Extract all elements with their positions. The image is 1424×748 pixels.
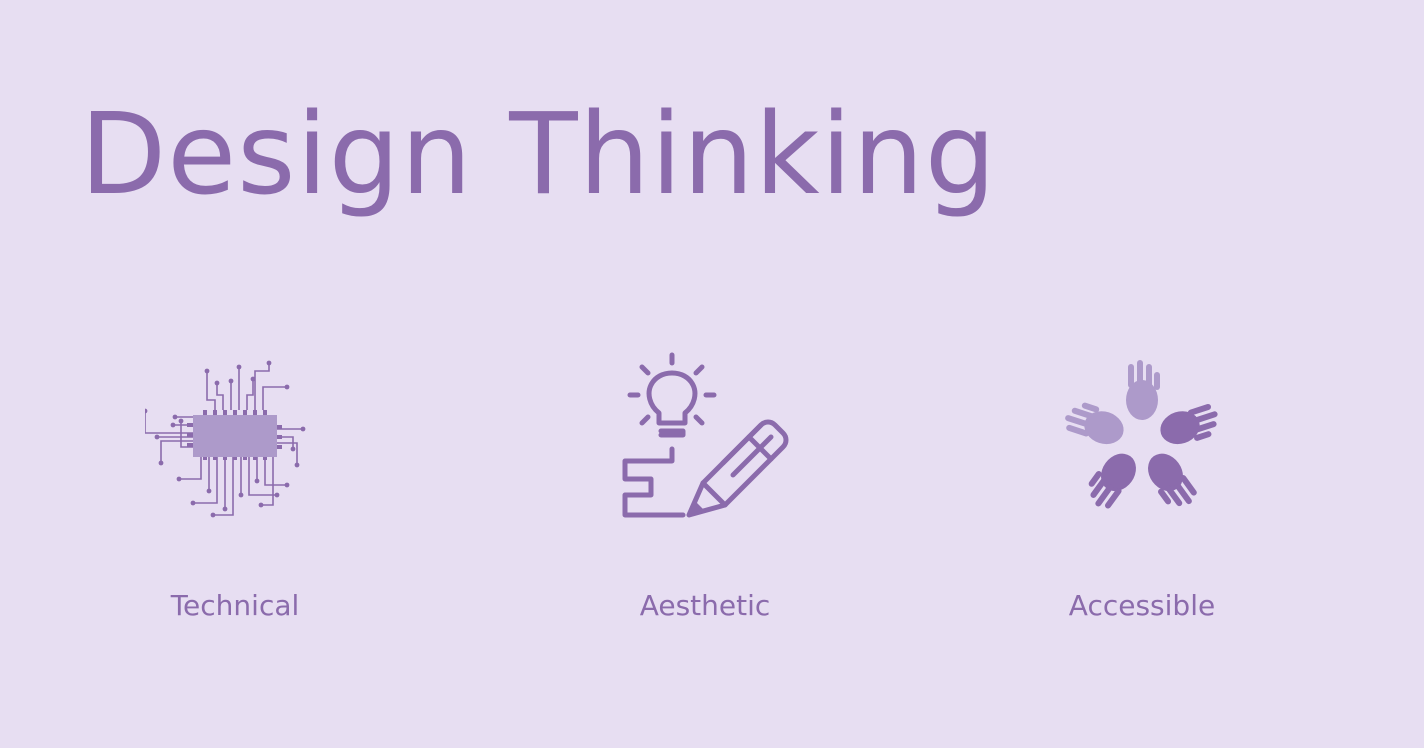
feature-label: Technical: [170, 589, 300, 622]
slide: Design Thinking Technical Aesthetic Acce…: [0, 0, 1424, 748]
feature-aesthetic: Aesthetic: [545, 345, 845, 635]
circuit-chip-icon: [145, 345, 325, 525]
feature-accessible: Accessible: [982, 345, 1282, 635]
lightbulb-pencil-icon: [615, 345, 795, 525]
feature-technical: Technical: [75, 345, 375, 635]
page-title: Design Thinking: [80, 90, 997, 220]
feature-label: Accessible: [1068, 589, 1216, 622]
hands-circle-icon: [1052, 345, 1232, 525]
feature-label: Aesthetic: [639, 589, 771, 622]
